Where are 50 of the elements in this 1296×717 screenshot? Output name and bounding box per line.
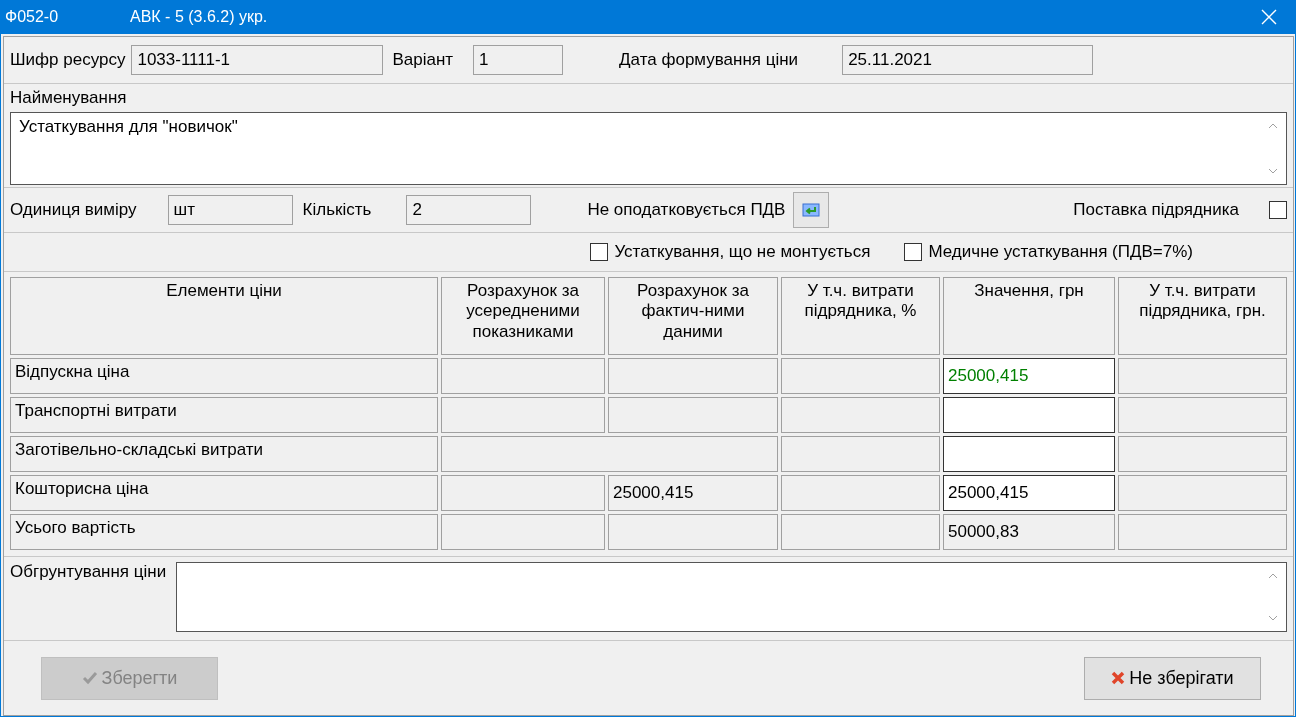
- checkbox[interactable]: [590, 243, 609, 261]
- unit-field[interactable]: шт: [167, 195, 293, 225]
- scroll-up-icon[interactable]: [1268, 573, 1278, 579]
- cross-icon: [1111, 671, 1126, 685]
- scroll-down-icon[interactable]: [1268, 168, 1278, 174]
- row-label: Заготівельно-складські витрати: [10, 436, 438, 472]
- checkbox-label: Устаткування, що не монтується: [614, 242, 871, 262]
- table-cell: 50000,83: [943, 514, 1115, 550]
- row-label: Усього вартість: [10, 514, 438, 550]
- checkbox-label: Медичне устаткування (ПДВ=7%): [928, 242, 1193, 262]
- check-icon: [81, 671, 98, 685]
- date-field[interactable]: 25.11.2021: [842, 45, 1094, 75]
- checkbox[interactable]: [1269, 201, 1287, 219]
- window-title: АВК - 5 (3.6.2) укр.: [130, 8, 269, 26]
- field-label: Дата формування ціни: [619, 50, 799, 70]
- field-label: Одиниця виміру: [10, 200, 137, 220]
- window-code: Ф052-0: [5, 8, 60, 26]
- scroll-up-icon[interactable]: [1268, 123, 1278, 129]
- column-header: Значення, грн: [943, 277, 1115, 355]
- column-header: У т.ч. витрати підрядника, %: [781, 277, 940, 355]
- close-icon[interactable]: [1261, 9, 1277, 25]
- field-label: Поставка підрядника: [1073, 200, 1239, 220]
- resource-code-field[interactable]: 1033-1111-1: [131, 45, 384, 75]
- column-header: У т.ч. витрати підрядника, грн.: [1118, 277, 1287, 355]
- field-label: Варіант: [392, 50, 454, 70]
- input-field[interactable]: 25000,415: [943, 475, 1115, 511]
- return-button[interactable]: [793, 192, 830, 228]
- field-label: Шифр ресурсу: [10, 50, 126, 70]
- scroll-down-icon[interactable]: [1268, 615, 1278, 621]
- checkbox[interactable]: [904, 243, 923, 261]
- column-header: Елементи ціни: [10, 277, 438, 355]
- column-header: Розрахунок за фактич-ними даними: [608, 277, 778, 355]
- row-label: Кошторисна ціна: [10, 475, 438, 511]
- variant-field[interactable]: 1: [473, 45, 564, 75]
- column-header: Розрахунок за усередненими показниками: [441, 277, 605, 355]
- field-label: Найменування: [10, 88, 128, 108]
- field-label: Не оподатковується ПДВ: [587, 200, 786, 220]
- field-label: Кількість: [302, 200, 372, 220]
- name-text: Устаткування для "новичок": [18, 116, 239, 138]
- row-label: Відпускна ціна: [10, 358, 438, 394]
- justification-text-area[interactable]: [176, 562, 1287, 632]
- input-field[interactable]: [943, 436, 1115, 472]
- quantity-field[interactable]: 2: [406, 195, 532, 225]
- input-field[interactable]: 25000,415: [943, 358, 1115, 394]
- name-text-area[interactable]: Устаткування для "новичок": [10, 112, 1287, 185]
- cancel-button[interactable]: Не зберігати: [1084, 656, 1261, 700]
- table-cell: 25000,415: [608, 475, 778, 511]
- row-label: Транспортні витрати: [10, 397, 438, 433]
- field-label: Обгрунтування ціни: [10, 562, 167, 582]
- input-field[interactable]: [943, 397, 1115, 433]
